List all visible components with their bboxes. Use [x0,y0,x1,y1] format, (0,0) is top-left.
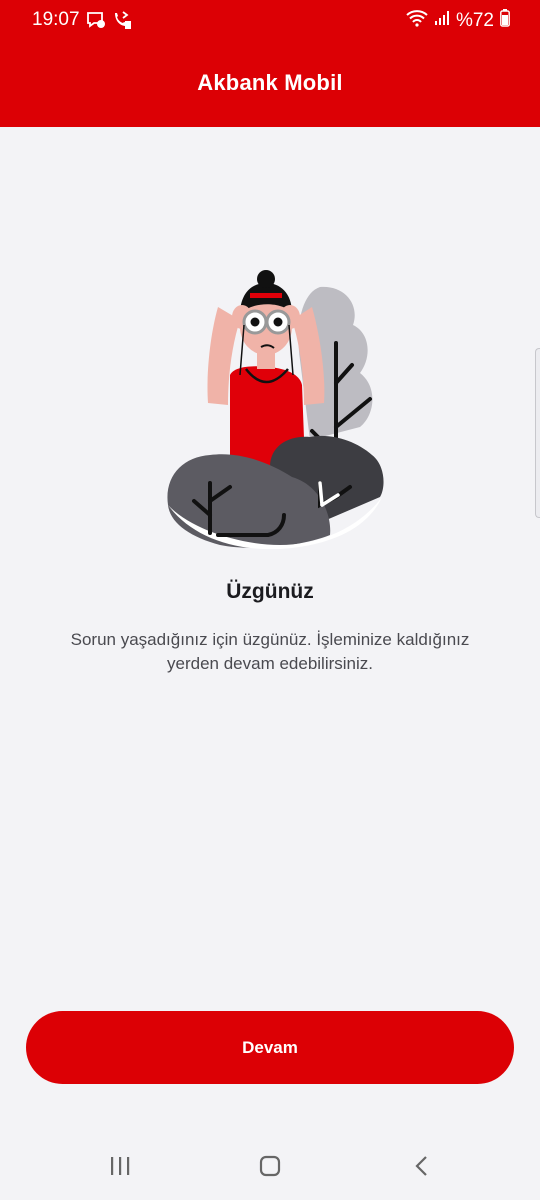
binoculars-illustration [167,270,384,550]
battery-level: %72 [455,10,494,31]
app-header: 19:07 %72 Akbank Mobil [0,0,540,127]
system-navigation-bar [0,1136,540,1200]
edge-panel-handle[interactable] [535,348,540,518]
status-bar: 19:07 %72 [0,0,540,42]
back-icon[interactable] [410,1154,434,1183]
wifi-icon [406,9,428,33]
signal-icon [434,10,450,32]
recent-apps-icon[interactable] [108,1154,132,1183]
call-forward-icon [112,10,132,35]
home-icon[interactable] [258,1154,282,1183]
app-title: Akbank Mobil [197,70,343,95]
error-message: Sorun yaşadığınız için üzgünüz. İşlemini… [70,630,470,673]
continue-button[interactable]: Devam [26,1011,514,1084]
battery-icon [500,9,510,33]
status-time: 19:07 [32,9,80,30]
message-icon [86,10,106,35]
error-title: Üzgünüz [226,580,314,603]
